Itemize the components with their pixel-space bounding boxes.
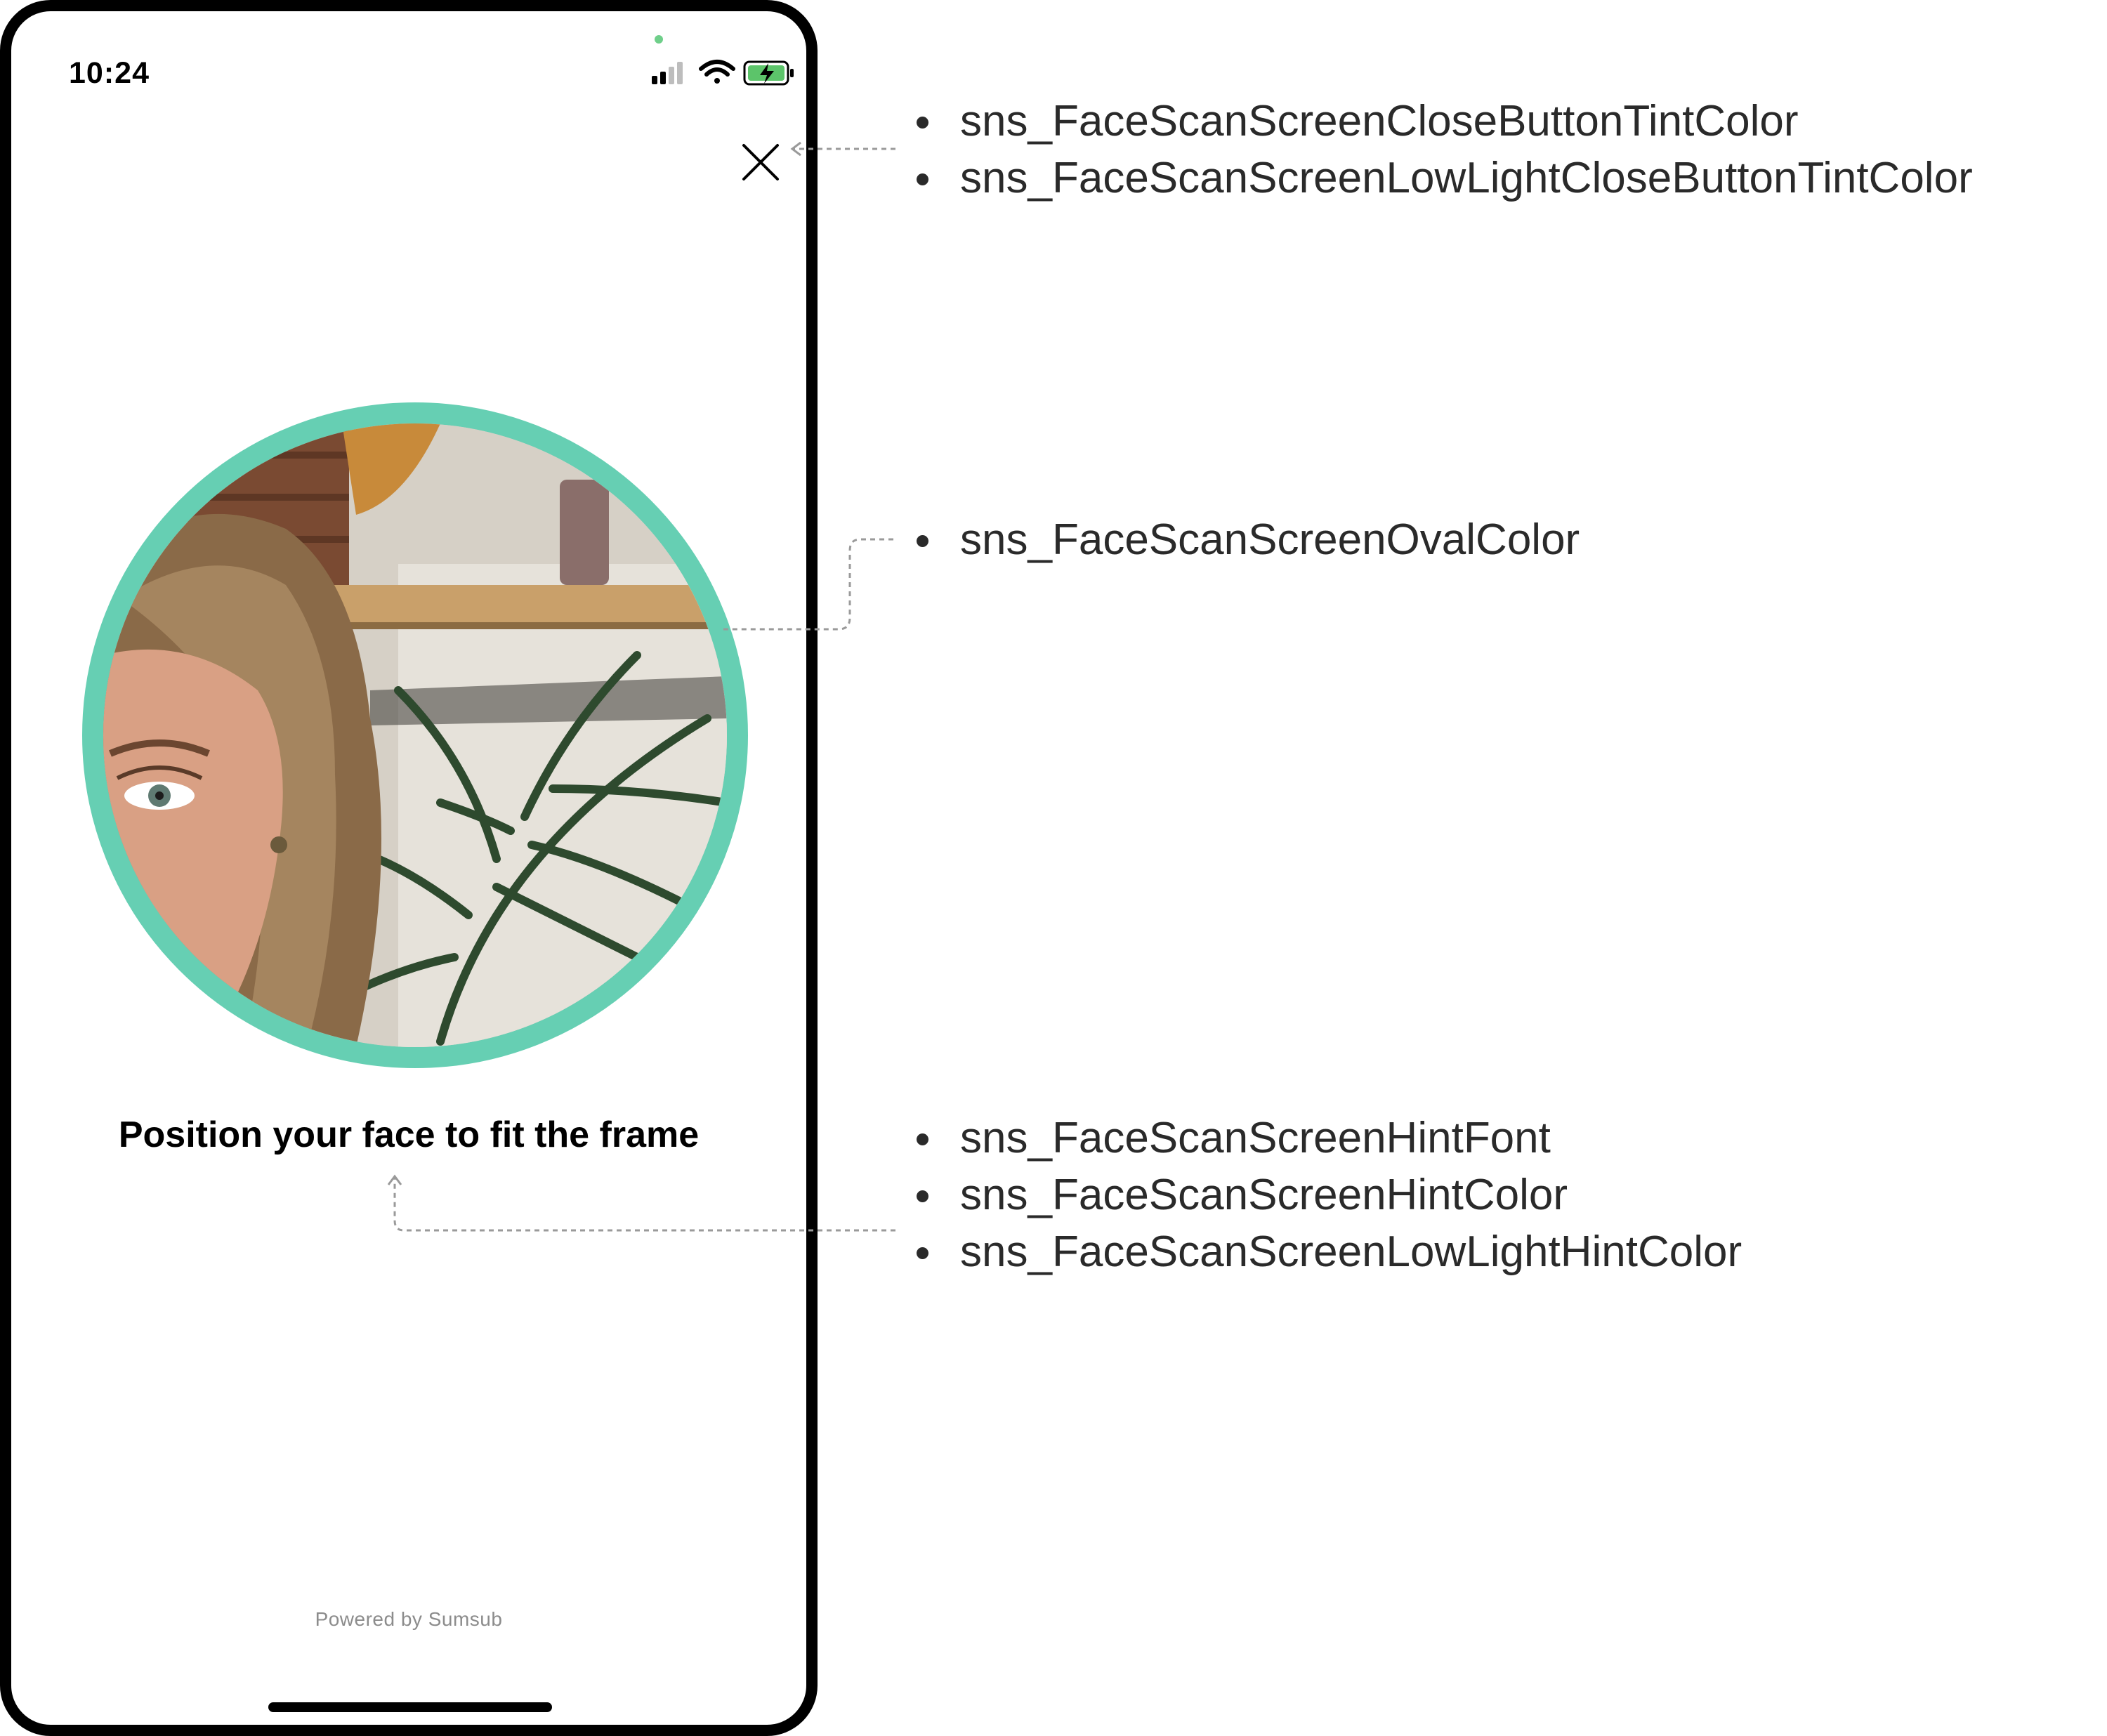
- annotation-item: sns_FaceScanScreenLowLightCloseButtonTin…: [917, 150, 1973, 206]
- annotation-item: sns_FaceScanScreenCloseButtonTintColor: [917, 93, 1973, 150]
- battery-charging-icon: [743, 60, 794, 86]
- status-bar-icons: [635, 56, 796, 91]
- face-scan-oval: [82, 402, 748, 1068]
- camera-preview: [103, 423, 727, 1047]
- annotation-item: sns_FaceScanScreenHintFont: [917, 1110, 1742, 1166]
- status-bar-time: 10:24: [69, 56, 150, 90]
- phone-frame: 10:24 Position your face to fit the fram…: [0, 0, 818, 1736]
- wifi-icon: [699, 60, 735, 84]
- face-scan-hint: Position your face to fit the frame: [118, 1114, 700, 1155]
- powered-by-label: Powered by Sumsub: [315, 1608, 503, 1630]
- close-button-annotations: sns_FaceScanScreenCloseButtonTintColor s…: [917, 93, 1973, 206]
- annotation-item: sns_FaceScanScreenLowLightHintColor: [917, 1223, 1742, 1280]
- annotation-item: sns_FaceScanScreenOvalColor: [917, 511, 1580, 568]
- hint-annotations: sns_FaceScanScreenHintFont sns_FaceScanS…: [917, 1110, 1742, 1280]
- privacy-indicator-dot: [655, 35, 663, 44]
- annotation-item: sns_FaceScanScreenHintColor: [917, 1166, 1742, 1223]
- oval-annotations: sns_FaceScanScreenOvalColor: [917, 511, 1580, 568]
- cellular-signal-icon: [652, 62, 683, 84]
- close-icon: [742, 144, 779, 180]
- close-button[interactable]: [736, 138, 785, 187]
- home-indicator[interactable]: [268, 1702, 552, 1712]
